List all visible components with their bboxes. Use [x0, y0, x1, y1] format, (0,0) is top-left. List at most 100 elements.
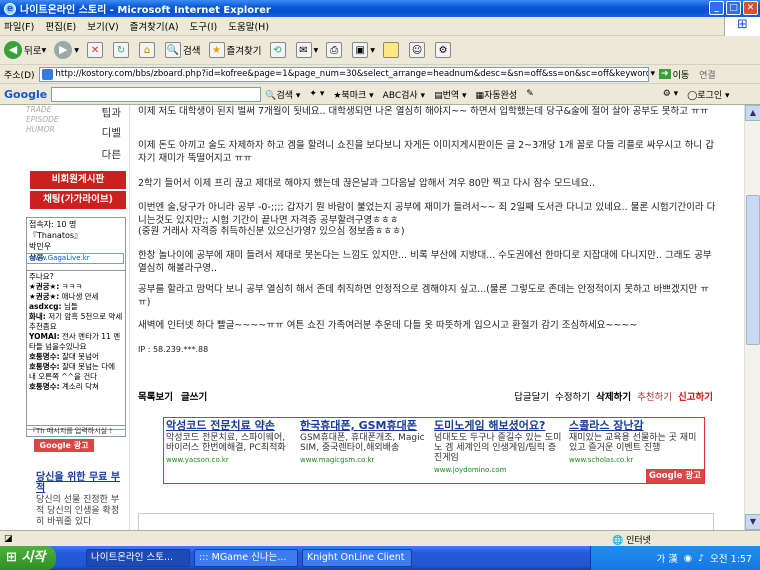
- edit-button[interactable]: 수정하기: [555, 389, 590, 403]
- close-button[interactable]: ✕: [743, 1, 758, 15]
- address-input[interactable]: http://kostory.com/bbs/zboard.php?id=kof…: [38, 66, 649, 82]
- back-arrow-icon: ◀: [4, 41, 22, 59]
- side-ad-title[interactable]: 당신을 위한 무료 부적: [36, 472, 124, 494]
- menu-edit[interactable]: 편집(E): [45, 19, 76, 33]
- title-bar: e 나이트온라인 스토리 - Microsoft Internet Explor…: [0, 0, 760, 17]
- google-toolbar: Google 🔍검색 ▾ ✦ ▾ ★북마크 ▾ ABC검사 ▾ ▤번역 ▾ ▦자…: [0, 84, 760, 105]
- address-dropdown-icon[interactable]: ▾: [651, 69, 656, 79]
- sidebar-menu-episode[interactable]: EPISODE: [26, 115, 59, 124]
- chat-message-input[interactable]: 『Th 메시지를 입력하시실 !: [26, 425, 126, 437]
- home-button[interactable]: ⌂: [139, 42, 157, 58]
- stop-icon: ✕: [87, 42, 104, 58]
- toolbar: ◀ 뒤로 ▾ ▶ ▾ ✕ ↻ ⌂ 🔍 검색 ★ 즐겨찾기 ⟲ ✉ ▾ ⎙ ▣ ▾ ☺ …: [0, 36, 760, 65]
- edit-page-button[interactable]: ▣ ▾: [352, 42, 375, 58]
- scroll-down-icon[interactable]: ▼: [745, 514, 760, 530]
- chat-message: 호통명수: 계소리 닥쳐: [29, 382, 99, 391]
- refresh-button[interactable]: ↻: [113, 42, 131, 58]
- recommend-button[interactable]: 추천하기: [637, 389, 672, 403]
- page-content: TRADE EPISODE HUMOR 팁과 디벨 다른 비회원게시판 채팅(가…: [0, 105, 760, 530]
- edit-icon: ▣: [352, 42, 369, 58]
- sidebar-link-other[interactable]: 다른: [102, 147, 121, 162]
- research-icon: ⚙: [435, 42, 452, 58]
- google-pen-icon[interactable]: ✎: [526, 89, 534, 99]
- google-login-button[interactable]: ◯로그인 ▾: [687, 88, 729, 101]
- forward-button[interactable]: ▶ ▾: [54, 41, 79, 59]
- google-ad-badge[interactable]: Google 광고: [646, 469, 704, 483]
- write-button[interactable]: 글쓰기: [181, 389, 207, 403]
- sidebar-link-devel[interactable]: 디벨: [102, 125, 121, 140]
- taskbar-item-ie[interactable]: 나이트온라인 스토...: [86, 549, 190, 567]
- address-label: 주소(D): [4, 70, 35, 81]
- menu-tools[interactable]: 도구(I): [190, 19, 218, 33]
- taskbar-item-mgame[interactable]: ::: MGame 신나는...: [194, 549, 298, 567]
- clock: 오전 1:57: [710, 554, 752, 565]
- start-button[interactable]: ⊞ 시작: [0, 546, 56, 570]
- google-bookmark-button[interactable]: ★북마크 ▾: [333, 88, 373, 101]
- sidebar-link-tips[interactable]: 팁과: [102, 105, 121, 120]
- report-button[interactable]: 신고하기: [678, 389, 713, 403]
- vertical-scrollbar[interactable]: ▲ ▼: [744, 105, 760, 530]
- chat-log[interactable]: 주나요? ★권궁★: ㅋㅋㅋ ★권궁★: 애나생 만세 asdxcg: 님들 화…: [26, 270, 126, 430]
- search-button[interactable]: 🔍 검색: [165, 42, 201, 58]
- post-paragraph: 이번엔 술,당구가 아니라 공부 -0-;;;; 갑자기 뭔 바람이 불었는지 …: [138, 202, 716, 226]
- back-button[interactable]: ◀ 뒤로 ▾: [4, 41, 46, 59]
- messenger-button[interactable]: ☺: [409, 42, 427, 58]
- google-logo[interactable]: Google: [4, 88, 47, 101]
- mail-button[interactable]: ✉ ▾: [295, 42, 318, 58]
- delete-button[interactable]: 삭제하기: [596, 389, 631, 403]
- list-button[interactable]: 목록보기: [138, 389, 173, 403]
- tray-network-icon[interactable]: ◉: [684, 553, 692, 564]
- sidebar-menu-humor[interactable]: HUMOR: [26, 125, 55, 134]
- research-button[interactable]: ⚙: [435, 42, 453, 58]
- go-arrow-icon[interactable]: ➜: [659, 69, 671, 79]
- discuss-button[interactable]: [383, 42, 401, 58]
- tray-volume-icon[interactable]: ♪: [698, 553, 704, 564]
- taskbar-item-knight[interactable]: Knight OnLine Client: [302, 549, 412, 567]
- chat-user[interactable]: 박민우: [29, 241, 123, 252]
- language-indicator[interactable]: 가 漢: [657, 551, 678, 565]
- ad-item[interactable]: 스콜라스 장난감 재미있는 교육용 선물하는 곳 재미있고 즐거운 이벤트 진행…: [569, 420, 699, 465]
- google-extra-button[interactable]: ✦ ▾: [309, 89, 324, 99]
- chat-gagalive-button[interactable]: 채팅(가가라이브): [30, 191, 126, 209]
- menu-file[interactable]: 파일(F): [4, 19, 34, 33]
- ad-item[interactable]: 악성코드 전문치료 약손 악성코드 전문치료, 스파이웨어, 바이러스 한번에해…: [166, 420, 296, 465]
- scroll-up-icon[interactable]: ▲: [745, 105, 760, 121]
- scroll-thumb[interactable]: [746, 195, 760, 345]
- google-translate-button[interactable]: ▤번역 ▾: [434, 88, 466, 101]
- links-button[interactable]: 연결: [699, 68, 716, 81]
- chat-site-link[interactable]: www.GagaLive.kr: [26, 253, 124, 264]
- menu-favorites[interactable]: 즐겨찾기(A): [130, 19, 179, 33]
- google-search-button[interactable]: 🔍검색 ▾: [265, 88, 300, 101]
- guest-board-button[interactable]: 비회원게시판: [30, 171, 126, 189]
- status-bar: ◪ 🌐 인터넷: [0, 530, 760, 546]
- minimize-button[interactable]: _: [709, 1, 724, 15]
- reply-button[interactable]: 답글달기: [514, 389, 549, 403]
- stop-button[interactable]: ✕: [87, 42, 105, 58]
- menu-bar: 파일(F) 편집(E) 보기(V) 즐겨찾기(A) 도구(I) 도움말(H) ⊞: [0, 17, 760, 36]
- chat-message: asdxcg: 님들: [29, 302, 78, 311]
- messenger-icon: ☺: [409, 42, 426, 58]
- sidebar-menu-trade[interactable]: TRADE: [26, 105, 51, 114]
- post-paragraph: 공부를 할라고 맘먹다 보니 공부 열심히 해서 존데 취직하면 안정적으로 겜…: [138, 284, 710, 308]
- maximize-button[interactable]: □: [726, 1, 741, 15]
- star-icon: ★: [208, 42, 225, 58]
- page-status-icon: ◪: [4, 533, 13, 544]
- google-autofill-button[interactable]: ▦자동완성: [476, 88, 518, 101]
- google-search-input[interactable]: [51, 86, 262, 102]
- chat-message: 호통명수: 잘대 못넘는 다에 내 오른쪽 ^^을 건다: [29, 362, 116, 381]
- google-settings-button[interactable]: ⚙ ▾: [663, 89, 678, 99]
- history-button[interactable]: ⟲: [269, 42, 288, 58]
- post-navigation: 목록보기 글쓰기 답글달기 수정하기 삭제하기 추천하기 신고하기: [138, 388, 713, 404]
- chat-user[interactable]: 『Thanatos』: [29, 230, 123, 241]
- go-button[interactable]: 이동: [673, 68, 690, 81]
- post-paragraph: 이제 돈도 아끼고 술도 자제하자 하고 겜을 할려니 쇼진을 보다보니 자게든…: [138, 140, 714, 164]
- menu-view[interactable]: 보기(V): [87, 19, 118, 33]
- post-paragraph: 2학기 들어서 이제 프리 끊고 제대로 해야지 했는데 끊은날과 그다음날 압…: [138, 178, 596, 189]
- google-check-button[interactable]: ABC검사 ▾: [383, 88, 425, 101]
- favorites-button[interactable]: ★ 즐겨찾기: [208, 42, 262, 58]
- print-button[interactable]: ⎙: [326, 42, 344, 58]
- menu-help[interactable]: 도움말(H): [228, 19, 269, 33]
- google-ad-badge[interactable]: Google 광고: [34, 439, 94, 452]
- ad-item[interactable]: 한국휴대폰, GSM휴대폰 GSM휴대폰, 휴대폰개조, Magic SIM, …: [300, 420, 430, 465]
- ad-item[interactable]: 도미노게임 해보셨어요? 넘대도도 두구나 즐길수 있는 도미노 겜 세계인의 …: [434, 420, 564, 475]
